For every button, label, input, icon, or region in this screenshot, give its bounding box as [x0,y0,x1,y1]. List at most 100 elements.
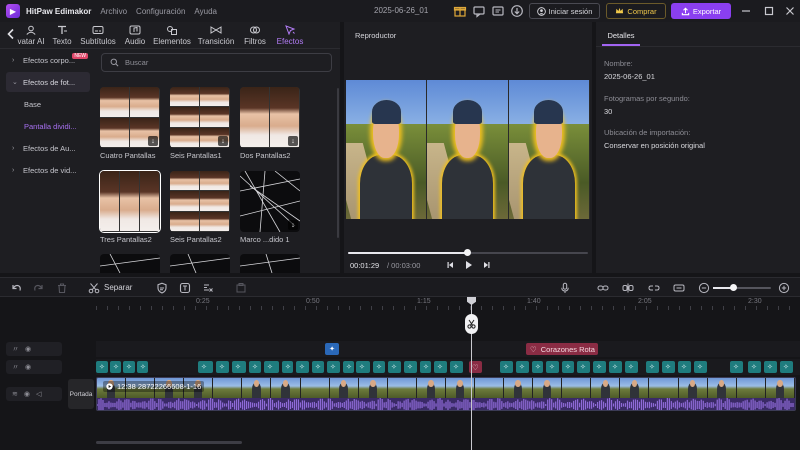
menu-configuracion[interactable]: Configuración [136,7,185,16]
export-button[interactable]: Exportar [671,3,731,19]
effect-clip[interactable]: ✧ [356,361,370,373]
download-icon[interactable]: ↓ [288,220,298,230]
effects-scrollbar[interactable] [337,88,339,238]
login-button[interactable]: Iniciar sesión [529,3,600,19]
minimize-icon[interactable] [740,5,752,17]
effect-clip[interactable]: ✧ [434,361,447,373]
effect-clip[interactable]: ✧ [123,361,135,373]
effect-clip[interactable]: ✧ [264,361,279,373]
zoom-out-icon[interactable] [698,282,710,294]
menu-ayuda[interactable]: Ayuda [194,7,217,16]
effect-clip[interactable]: ✧ [625,361,638,373]
effect-clip[interactable]: ✧ [516,361,529,373]
tab-efectos[interactable]: Efectos [272,22,308,49]
effect-clip[interactable]: ✧ [296,361,309,373]
effect-clip[interactable]: ✧ [780,361,793,373]
zoom-slider[interactable] [713,284,771,291]
effect-clip[interactable]: ✧ [232,361,246,373]
microphone-icon[interactable] [559,282,571,294]
video-clip[interactable]: 12:38 28722266608-1-16 [96,377,796,411]
timeline-scrollbar[interactable] [96,441,242,444]
effect-clip[interactable]: ✧ [198,361,213,373]
effect-thumbnail[interactable] [170,254,230,273]
effect-clip[interactable]: ✧ [678,361,691,373]
menu-archivo[interactable]: Archivo [100,7,127,16]
tab-avatar-ai[interactable]: vatar AI [14,22,48,49]
sidebar-item-efectos-de-audio[interactable]: › Efectos de Au... [6,138,90,158]
unlink-icon[interactable] [648,282,660,294]
effect-clip[interactable]: ✧ [388,361,401,373]
tab-filtros[interactable]: Filtros [238,22,272,49]
gift-icon[interactable] [453,4,467,18]
download-icon[interactable]: ↓ [148,136,158,146]
zoom-in-icon[interactable] [778,282,790,294]
fit-timeline-icon[interactable] [673,282,685,294]
effect-thumbnail[interactable]: ↓ [170,87,230,148]
effect-clip[interactable]: ✧ [546,361,559,373]
back-arrow-icon[interactable] [6,28,16,40]
tab-transicion[interactable]: Transición [194,22,238,49]
download-icon[interactable]: ↓ [218,136,228,146]
effect-thumbnail[interactable] [170,171,230,232]
tab-texto[interactable]: Texto [48,22,76,49]
prev-frame-icon[interactable] [446,260,455,270]
effect-clip[interactable]: ✧ [216,361,229,373]
undo-icon[interactable] [10,282,22,294]
effect-thumbnail[interactable] [99,170,161,233]
effect-clip[interactable]: ✧ [137,361,148,373]
eye-icon[interactable]: ◉ [25,345,31,353]
effect-clip[interactable]: ✧ [609,361,622,373]
next-frame-icon[interactable] [482,260,491,270]
feedback-icon[interactable] [472,4,486,18]
effect-clip[interactable]: ✧ [662,361,675,373]
cover-button[interactable]: Portada [68,379,94,409]
maximize-icon[interactable] [763,5,775,17]
delete-icon[interactable] [56,282,68,294]
eye-icon[interactable]: ◉ [25,363,31,371]
link-icon[interactable] [597,282,609,294]
scissors-icon[interactable] [88,282,100,294]
effect-clip[interactable]: ✧ [730,361,743,373]
tab-subtitulos[interactable]: Subtítulos [76,22,120,49]
sidebar-item-efectos-de-video[interactable]: › Efectos de vid... [6,160,90,180]
effect-clip[interactable]: ✧ [694,361,707,373]
freeze-frame-icon[interactable] [235,282,247,294]
crop-remove-icon[interactable] [202,282,214,294]
effect-clip[interactable]: ✧ [593,361,606,373]
effect-clip[interactable]: ✧ [562,361,574,373]
effect-clip[interactable]: ✧ [646,361,659,373]
effect-clip[interactable]: ✧ [343,361,354,373]
sidebar-item-pantalla-dividida[interactable]: Pantalla dividi... [6,116,90,136]
playback-progress[interactable] [348,249,588,256]
close-icon[interactable] [784,5,796,17]
text-box-icon[interactable] [179,282,191,294]
effect-clip[interactable]: ✦ [325,343,339,355]
sidebar-item-efectos-de-foto[interactable]: ⌄ Efectos de fot... [6,72,90,92]
effect-clip[interactable]: ✧ [327,361,340,373]
effect-thumbnail[interactable]: ↓ [100,87,160,148]
sticker-clip[interactable]: ♡ Corazones Rota [526,343,598,355]
effect-clip[interactable]: ✧ [748,361,761,373]
play-icon[interactable] [464,260,473,270]
effect-clip[interactable]: ✧ [500,361,513,373]
effect-clip[interactable]: ✧ [577,361,590,373]
redo-icon[interactable] [33,282,45,294]
sidebar-item-efectos-corporales[interactable]: › Efectos corpo... NEW [6,50,90,70]
buy-button[interactable]: Comprar [606,3,666,19]
search-input[interactable]: Buscar [101,53,332,72]
tab-elementos[interactable]: Elementos [150,22,194,49]
download-icon[interactable] [510,4,524,18]
effect-clip[interactable]: ✧ [532,361,543,373]
time-ruler[interactable]: 0:25 0:50 1:15 1:40 2:05 2:30 [96,297,800,311]
message-icon[interactable] [491,4,505,18]
tab-detalles[interactable]: Detalles [602,26,640,46]
zoom-handle[interactable] [730,284,738,291]
effect-clip[interactable]: ✧ [404,361,417,373]
effect-thumbnail[interactable]: ↓ [240,87,300,148]
effect-thumbnail[interactable]: ↓ [240,171,300,232]
split-label[interactable]: Separar [104,283,132,292]
effect-clip[interactable]: ✧ [96,361,108,373]
eye-icon[interactable]: ◉ [24,390,30,398]
effect-clip[interactable]: ✧ [249,361,261,373]
effect-thumbnail[interactable] [240,254,300,273]
